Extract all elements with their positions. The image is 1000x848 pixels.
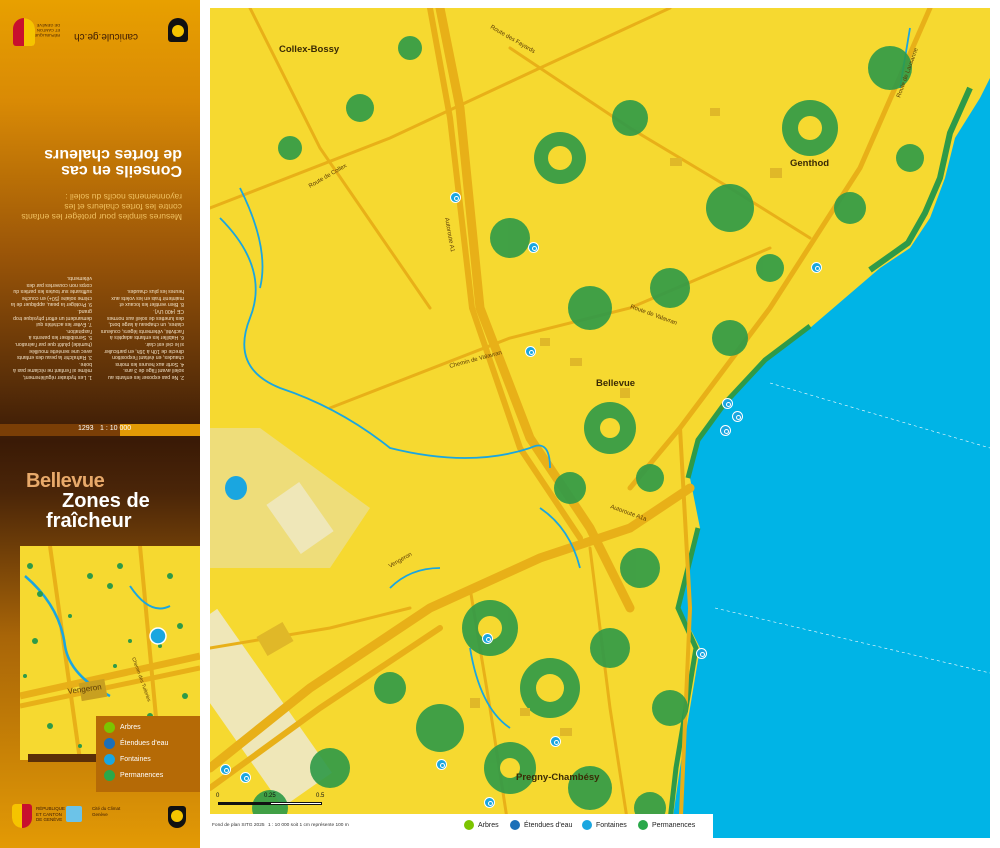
- panel-header-flipped: canicule.ge.ch RÉPUBLIQUE ET CANTON DE G…: [0, 0, 200, 60]
- fountain-icon[interactable]: [436, 759, 447, 770]
- fountain-icon[interactable]: [525, 346, 536, 357]
- advice-column-right: 1. Les hydrater régulièrement, même si l…: [10, 275, 92, 380]
- title-line-2: fraîcheur: [46, 510, 132, 532]
- town-label-collex-bossy: Collex-Bossy: [279, 44, 340, 55]
- mini-legend: Arbres Étendues d'eau Fontaines Permanen…: [96, 716, 200, 792]
- advice-item: 1. Les hydrater régulièrement, même si l…: [13, 360, 92, 380]
- advice-subtitle: Mesures simples pour protéger les enfant…: [21, 192, 182, 222]
- advice-item: 9. Protéger la peau, appliquer de la crè…: [10, 275, 92, 308]
- fountain-icon[interactable]: [450, 192, 461, 203]
- water-icon: [104, 738, 115, 749]
- legend-item-fountains: Fontaines: [582, 820, 627, 830]
- advice-item: 3. Rafraîchir la peau des enfants avec u…: [14, 341, 92, 361]
- canton-logo-text: RÉPUBLIQUE ET CANTON DE GENÈVE: [36, 806, 66, 822]
- map-footer-legend: Fond de plan SITG 2025 1 : 10 000 soit 1…: [210, 814, 713, 838]
- canton-crest-icon: [12, 804, 32, 828]
- fountain-icon: [582, 820, 592, 830]
- legend-item-water: Étendues d'eau: [510, 820, 572, 830]
- commune-crest-icon: [168, 18, 188, 42]
- fountain-icon[interactable]: [482, 633, 493, 644]
- sheet-number: 1293: [78, 425, 94, 432]
- fountain-icon[interactable]: [550, 736, 561, 747]
- fountain-icon[interactable]: [696, 648, 707, 659]
- advice-item: 6. Habiller les enfants adaptés à l'acti…: [100, 308, 184, 341]
- town-label-genthod: Genthod: [790, 158, 830, 169]
- heat-advice-section: Conseils en cas de fortes chaleurs Mesur…: [0, 146, 200, 390]
- climate-logo-icon: [66, 806, 82, 822]
- mini-legend-item: Fontaines: [104, 754, 151, 765]
- tree-icon: [464, 820, 474, 830]
- canton-label: RÉPUBLIQUE ET CANTON DE GENÈVE: [34, 23, 60, 38]
- main-map[interactable]: Autoroute A1 Autoroute A1a Route de Laus…: [210, 8, 990, 838]
- water-icon: [510, 820, 520, 830]
- fountain-icon[interactable]: [722, 398, 733, 409]
- mini-legend-item: Arbres: [104, 722, 141, 733]
- scale-note: 1 : 10 000 soit 1 cm représente 100 m: [268, 823, 349, 828]
- basemap-credit: Fond de plan SITG 2025: [212, 823, 265, 828]
- scale-value: 1 : 10 000: [100, 425, 132, 432]
- advice-title: Conseils en cas de fortes chaleurs: [44, 146, 182, 179]
- town-label-pregny-chambesy: Pregny-Chambésy: [516, 772, 600, 783]
- legend-item-permanences: Permanences: [638, 820, 695, 830]
- advice-item: 8. Bien ventiler les locaux et maintenir…: [111, 288, 184, 308]
- climate-logo-text: Cité du Climat Genève: [92, 806, 121, 817]
- advice-column-left: 2. Ne pas exposer les enfants au soleil …: [100, 288, 184, 380]
- info-panel: canicule.ge.ch RÉPUBLIQUE ET CANTON DE G…: [0, 0, 200, 848]
- decor-bar: [28, 754, 98, 762]
- advice-item: 7. Éviter les activités qui demandent un…: [13, 308, 92, 328]
- plus-icon: [104, 770, 115, 781]
- advice-item: 2. Ne pas exposer les enfants au soleil …: [108, 367, 184, 380]
- website-url[interactable]: canicule.ge.ch: [74, 31, 138, 42]
- partner-logos: RÉPUBLIQUE ET CANTON DE GENÈVE Cité du C…: [0, 796, 200, 836]
- canton-crest-icon: [13, 18, 35, 46]
- fountain-icon: [104, 754, 115, 765]
- mini-legend-item: Permanences: [104, 770, 163, 781]
- fountain-icon[interactable]: [720, 425, 731, 436]
- map-scale-bar: 0 0.25 0.5: [216, 793, 328, 807]
- fountain-icon[interactable]: [484, 797, 495, 808]
- fountain-icon[interactable]: [528, 242, 539, 253]
- scale-tag: 1 : 10 000: [100, 424, 200, 436]
- fountain-icon[interactable]: [811, 262, 822, 273]
- mini-legend-item: Étendues d'eau: [104, 738, 168, 749]
- fountain-icon[interactable]: [220, 764, 231, 775]
- town-label-bellevue: Bellevue: [596, 378, 636, 389]
- plus-icon: [638, 820, 648, 830]
- advice-item: 4. Sortir aux heures les moins chaudes, …: [104, 341, 184, 367]
- commune-crest-icon: [168, 806, 186, 828]
- fountain-icon[interactable]: [732, 411, 743, 422]
- advice-item: 5. Sensibiliser les parents à l'aspirati…: [28, 327, 92, 341]
- fountain-icon[interactable]: [240, 772, 251, 783]
- tree-icon: [104, 722, 115, 733]
- legend-item-trees: Arbres: [464, 820, 499, 830]
